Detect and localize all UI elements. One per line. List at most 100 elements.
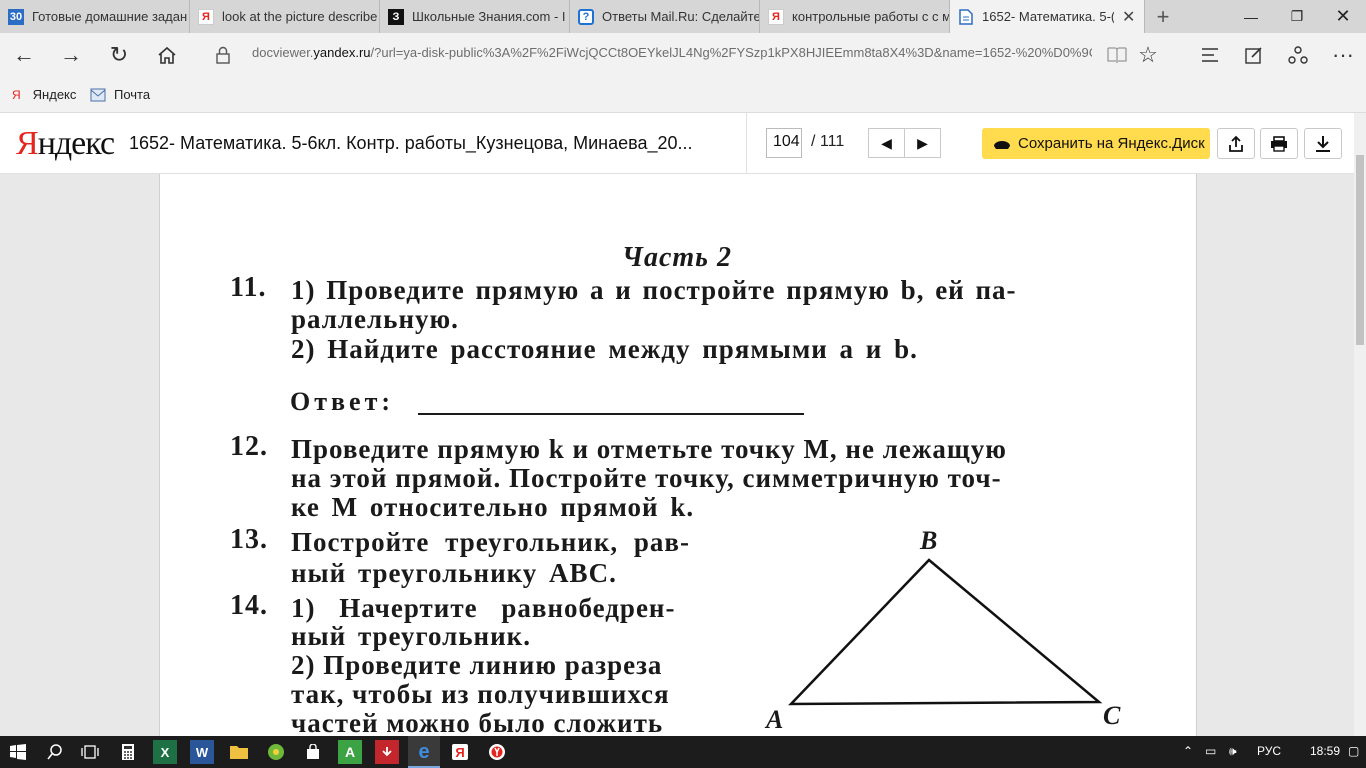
- minimize-button[interactable]: —: [1228, 0, 1274, 33]
- triangle-right-icon: ▶: [917, 134, 928, 151]
- vertex-a-label: A: [766, 705, 785, 734]
- task-number: 12.: [230, 431, 268, 462]
- tab-3[interactable]: ? Ответы Mail.Ru: Сделайте: [570, 0, 760, 33]
- save-to-disk-button[interactable]: Сохранить на Яндекс.Диск: [982, 128, 1210, 159]
- document-page: Часть 2 11. 1) Проведите прямую a и пост…: [159, 174, 1197, 736]
- document-icon: [958, 8, 974, 25]
- taskbar: X W A e Я ⌃ ▭ 🕪 РУС 18:59 ▢: [0, 736, 1366, 768]
- address-input[interactable]: docviewer.yandex.ru/?url=ya-disk-public%…: [252, 45, 1092, 60]
- url-rest: /?url=ya-disk-public%3A%2F%2FiWcjQCCt8OE…: [370, 45, 1092, 60]
- print-button[interactable]: [1260, 128, 1298, 159]
- tab-1[interactable]: Я look at the picture describe: [190, 0, 380, 33]
- clock[interactable]: 18:59: [1310, 744, 1340, 758]
- tray-volume-icon[interactable]: 🕪: [1229, 744, 1237, 759]
- upload-share-icon: [1229, 135, 1243, 152]
- tab-title: look at the picture describe: [222, 9, 378, 24]
- triangle-left-icon: ◀: [881, 134, 892, 151]
- yandex-browser-icon[interactable]: [485, 740, 509, 764]
- word-icon[interactable]: W: [190, 740, 214, 764]
- document-title: 1652- Математика. 5-6кл. Контр. работы_К…: [129, 133, 693, 153]
- mailru-answers-favicon-icon: ?: [578, 8, 594, 25]
- tab-title: Школьные Знания.com - I: [412, 9, 566, 24]
- yandex-logo[interactable]: Яндекс: [16, 125, 115, 163]
- share-button[interactable]: [1217, 128, 1255, 159]
- tray-chevron-icon[interactable]: ⌃: [1183, 744, 1193, 758]
- more-icon[interactable]: ···: [1330, 42, 1356, 68]
- tab-title: Ответы Mail.Ru: Сделайте: [602, 9, 759, 24]
- favorite-mail[interactable]: Почта: [90, 87, 150, 102]
- triangle-abc-figure: [788, 558, 1103, 706]
- part-heading: Часть 2: [622, 242, 732, 273]
- printer-icon: [1271, 135, 1287, 152]
- yandex-favicon-icon: Я: [768, 8, 784, 25]
- tab-5-active[interactable]: 1652- Математика. 5-( ✕: [950, 0, 1145, 33]
- start-icon[interactable]: [6, 740, 30, 764]
- favorite-label: Яндекс: [32, 87, 77, 102]
- tab-title: контрольные работы с с м: [792, 9, 949, 24]
- calculator-icon[interactable]: [116, 740, 140, 764]
- close-window-button[interactable]: ✕: [1320, 0, 1366, 33]
- refresh-icon[interactable]: ↻: [106, 42, 132, 68]
- task-number: 13.: [230, 524, 268, 555]
- tab-title: 1652- Математика. 5-(: [982, 9, 1114, 24]
- language-indicator[interactable]: РУС: [1257, 744, 1281, 758]
- task-line: 1) Проведите прямую a и постройте прямую…: [291, 275, 1017, 305]
- lock-icon: [210, 42, 236, 68]
- favorite-star-icon[interactable]: ☆: [1135, 42, 1161, 68]
- tab-favicon-icon: 30: [8, 8, 24, 25]
- page-number-input[interactable]: 104: [766, 128, 802, 158]
- vertical-scrollbar[interactable]: [1354, 113, 1366, 736]
- web-note-icon[interactable]: [1241, 42, 1267, 68]
- znanija-favicon-icon: З: [388, 8, 404, 25]
- hub-icon[interactable]: [1197, 42, 1223, 68]
- yandex-app-icon[interactable]: Я: [448, 740, 472, 764]
- app-green-icon[interactable]: [264, 740, 288, 764]
- notifications-icon[interactable]: ▢: [1348, 744, 1359, 758]
- back-icon[interactable]: ←: [11, 42, 37, 68]
- task-line: 2) Найдите расстояние между прямыми a и …: [291, 334, 918, 364]
- logo-first-letter: Я: [16, 125, 39, 162]
- save-label: Сохранить на Яндекс.Диск: [1018, 135, 1205, 152]
- task-line: так, чтобы из получившихся: [291, 679, 670, 709]
- search-icon[interactable]: [43, 740, 67, 764]
- forward-icon[interactable]: →: [58, 42, 84, 68]
- restore-button[interactable]: ❐: [1274, 0, 1320, 33]
- app-a-icon[interactable]: A: [338, 740, 362, 764]
- logo-rest: ндекс: [37, 125, 115, 162]
- task-line: ке M относительно прямой k.: [291, 492, 695, 522]
- store-icon[interactable]: [301, 740, 325, 764]
- reading-view-icon[interactable]: [1104, 42, 1130, 68]
- tab-4[interactable]: Я контрольные работы с с м: [760, 0, 950, 33]
- app-download-icon[interactable]: [375, 740, 399, 764]
- tray-network-icon[interactable]: ▭: [1205, 744, 1216, 758]
- excel-icon[interactable]: X: [153, 740, 177, 764]
- download-button[interactable]: [1304, 128, 1342, 159]
- new-tab-button[interactable]: +: [1145, 0, 1181, 33]
- edge-icon[interactable]: e: [412, 740, 436, 764]
- home-icon[interactable]: [154, 42, 180, 68]
- share-icon[interactable]: [1285, 42, 1311, 68]
- triangle-abc: [788, 558, 1103, 706]
- tab-0[interactable]: 30 Готовые домашние задан: [0, 0, 190, 33]
- window-controls: — ❐ ✕: [1228, 0, 1366, 33]
- next-page-button[interactable]: ▶: [904, 128, 941, 158]
- file-explorer-icon[interactable]: [227, 740, 251, 764]
- svg-text:Я: Я: [455, 745, 464, 760]
- answer-line: [418, 413, 804, 415]
- prev-page-button[interactable]: ◀: [868, 128, 905, 158]
- disk-icon: [992, 137, 1012, 151]
- task-number: 14.: [230, 590, 268, 621]
- tab-2[interactable]: З Школьные Знания.com - I: [380, 0, 570, 33]
- task-number: 11.: [230, 272, 267, 303]
- yandex-favicon-icon: Я: [198, 8, 214, 25]
- task-line: 2) Проведите линию разреза: [291, 650, 663, 680]
- scrollbar-thumb[interactable]: [1356, 155, 1364, 345]
- answer-label: Ответ:: [290, 387, 395, 416]
- vertex-c-label: C: [1103, 701, 1122, 730]
- tab-title: Готовые домашние задан: [32, 9, 188, 24]
- favorite-yandex[interactable]: Я Яндекс: [12, 87, 76, 102]
- close-tab-icon[interactable]: ✕: [1122, 7, 1136, 27]
- address-bar-row: ← → ↻ docviewer.yandex.ru/?url=ya-disk-p…: [0, 33, 1366, 77]
- header-divider: [746, 113, 747, 174]
- task-view-icon[interactable]: [78, 740, 102, 764]
